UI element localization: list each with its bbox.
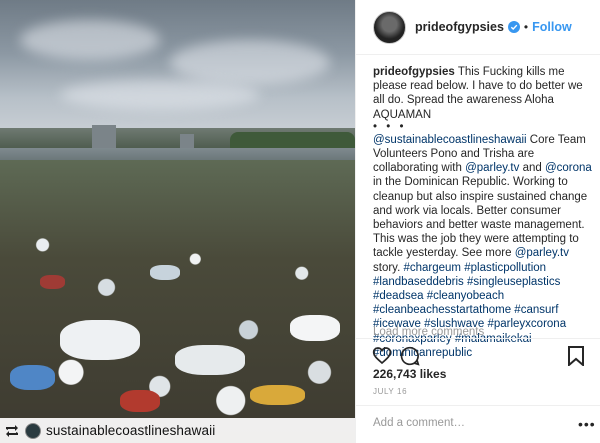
building (92, 125, 116, 149)
repost-handle: sustainablecoastlineshawaii (46, 423, 216, 438)
debris (40, 275, 65, 289)
more-options-icon[interactable]: ••• (578, 416, 596, 432)
cloud (170, 40, 330, 85)
caption-username[interactable]: prideofgypsies (373, 66, 455, 78)
debris (10, 365, 55, 390)
hashtag-link[interactable]: #plasticpollution (464, 262, 546, 274)
post-date: JULY 16 (373, 387, 408, 396)
hashtag-link[interactable]: #chargeum (403, 262, 461, 274)
cloud (60, 80, 260, 110)
post-panel: prideofgypsies • Follow prideofgypsies T… (355, 0, 600, 443)
hashtag-link[interactable]: #parleyxcorona (487, 318, 566, 330)
post-header: prideofgypsies • Follow (356, 0, 600, 55)
debris (120, 390, 160, 412)
comment-input[interactable] (373, 417, 563, 429)
mention-link[interactable]: @parley.tv (465, 162, 519, 174)
avatar[interactable] (373, 10, 406, 44)
username-link[interactable]: prideofgypsies (415, 20, 504, 34)
mention-link[interactable]: @corona (545, 162, 592, 174)
post-caption: prideofgypsies This Fucking kills me ple… (373, 65, 595, 360)
hashtag-link[interactable]: #cleanbeachesstartathome (373, 304, 511, 316)
like-count[interactable]: 226,743 likes (373, 367, 446, 381)
hashtag-link[interactable]: #cleanyobeach (427, 290, 504, 302)
debris (175, 345, 245, 375)
comment-bar: ••• (356, 405, 600, 443)
building (180, 134, 194, 148)
load-more-comments-button[interactable]: Load more comments (373, 326, 484, 338)
hashtag-link[interactable]: #deadsea (373, 290, 424, 302)
cloud (20, 20, 160, 60)
bookmark-icon[interactable] (568, 346, 584, 366)
caption-dots: • • • (373, 120, 407, 133)
caption-text: story. (373, 261, 401, 274)
comment-icon[interactable] (400, 346, 420, 366)
hashtag-link[interactable]: #singleuseplastics (467, 276, 560, 288)
verified-badge-icon (507, 21, 520, 33)
hashtag-link[interactable]: #landbaseddebris (373, 276, 464, 288)
debris (150, 265, 180, 280)
hashtag-link[interactable]: #cansurf (514, 304, 558, 316)
mention-link[interactable]: @sustainablecoastlineshawaii (373, 134, 527, 146)
plastic-debris (0, 160, 355, 443)
repost-icon (6, 424, 18, 437)
debris (250, 385, 305, 405)
heart-icon[interactable] (372, 346, 392, 365)
caption-text: and (522, 162, 542, 175)
follow-button[interactable]: Follow (532, 20, 572, 34)
repost-bar: sustainablecoastlineshawaii (0, 418, 355, 443)
repost-avatar (25, 422, 41, 439)
debris (60, 320, 140, 360)
post-photo[interactable]: sustainablecoastlineshawaii (0, 0, 355, 443)
debris (290, 315, 340, 341)
separator-dot: • (523, 20, 529, 34)
mention-link[interactable]: @parley.tv (515, 247, 569, 259)
